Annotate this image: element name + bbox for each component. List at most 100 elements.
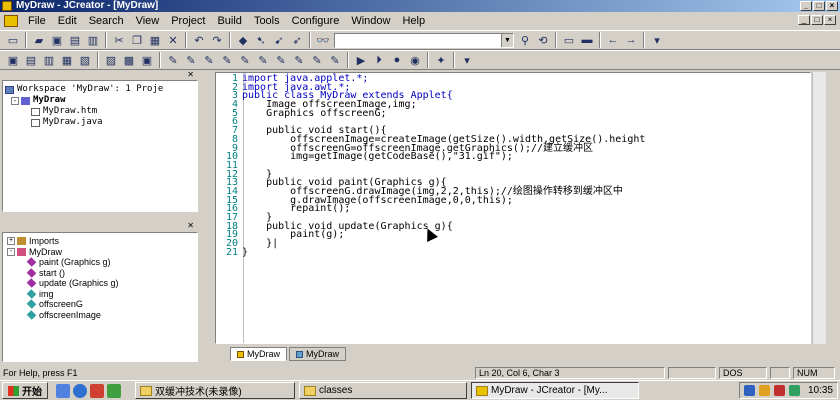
code-editor[interactable]: 1 import java.applet.*; 2 import java.awt.… [215,72,811,344]
collapse-icon[interactable]: - [7,247,15,256]
code-line[interactable]: 20 }| [216,239,810,249]
tab-mydraw-2[interactable]: MyDraw [289,347,346,361]
menu-window[interactable]: Window [345,15,396,27]
compile-file-icon[interactable]: ▶ [352,52,370,68]
network-tray-icon[interactable] [743,385,755,396]
tool-9-icon[interactable]: ✎ [308,52,326,68]
clear-bookmarks-icon[interactable]: ➶ [288,32,306,48]
code-line[interactable]: 19 paint(g); [216,230,810,240]
maximize-button[interactable]: □ [813,1,825,11]
collapse-icon[interactable]: - [11,96,19,105]
close-button[interactable]: × [826,1,838,11]
expand-icon[interactable]: + [7,237,15,246]
task-button[interactable]: 双缓冲技术(未录像) [135,382,295,399]
toggle-output-icon[interactable]: ▬ [578,32,596,48]
editor-vertical-scrollbar[interactable] [812,72,826,344]
task-button-active[interactable]: MyDraw - JCreator - [My... [471,382,639,399]
new-file-icon[interactable]: ▭ [4,32,22,48]
stop-icon[interactable]: ✦ [432,52,450,68]
compile-project-icon[interactable]: ⏵ [370,52,388,68]
debug-icon[interactable]: ◉ [406,52,424,68]
menu-build[interactable]: Build [211,15,247,27]
menu-file[interactable]: File [22,15,52,27]
workspace-root[interactable]: Workspace 'MyDraw': 1 Proje [5,84,195,95]
code-line[interactable]: 5 Graphics offscreenG; [216,108,810,119]
undo-icon[interactable]: ↶ [190,32,208,48]
bookmark-icon[interactable]: ◆ [234,32,252,48]
outline-item[interactable]: update (Graphics g) [7,278,193,289]
save-icon[interactable]: ▣ [48,32,66,48]
replace-icon[interactable]: ⟲ [534,32,552,48]
next-bookmark-icon[interactable]: ➷ [252,32,270,48]
outline-item[interactable]: offscreenG [7,299,193,310]
tool-8-icon[interactable]: ✎ [290,52,308,68]
arrange-icon[interactable]: ▣ [138,52,156,68]
menu-tools[interactable]: Tools [248,15,286,27]
find-binoculars-icon[interactable]: 👓 [314,32,332,48]
forward-arrow-icon[interactable]: → [622,32,640,48]
window-layout-3-icon[interactable]: ▥ [40,52,58,68]
taskbar-clock[interactable]: 10:35 [804,385,833,396]
outline-item[interactable]: img [7,289,193,300]
copy-icon[interactable]: ❐ [128,32,146,48]
window-layout-2-icon[interactable]: ▤ [22,52,40,68]
security-tray-icon[interactable] [773,385,785,396]
outline-item[interactable]: offscreenImage [7,310,193,321]
window-layout-4-icon[interactable]: ▦ [58,52,76,68]
back-arrow-icon[interactable]: ← [604,32,622,48]
media-quicklaunch-icon[interactable] [90,383,104,398]
volume-tray-icon[interactable] [758,385,770,396]
menu-help[interactable]: Help [396,15,431,27]
menu-project[interactable]: Project [165,15,211,27]
find-combo-input[interactable]: ▼ [334,32,514,48]
document-menu-icon[interactable] [4,15,18,27]
menu-view[interactable]: View [130,15,166,27]
open-folder-icon[interactable]: ▰ [30,32,48,48]
menu-edit[interactable]: Edit [52,15,83,27]
ie-quicklaunch-icon[interactable] [73,383,87,398]
tool-4-icon[interactable]: ✎ [218,52,236,68]
delete-icon[interactable]: ✕ [164,32,182,48]
execute-icon[interactable]: ● [388,52,406,68]
start-button[interactable]: 开始 [2,382,48,399]
outline-item[interactable]: + Imports [7,236,193,247]
cut-icon[interactable]: ✂ [110,32,128,48]
toggle-workspace-icon[interactable]: ▭ [560,32,578,48]
redo-icon[interactable]: ↷ [208,32,226,48]
menu-configure[interactable]: Configure [286,15,346,27]
ime-tray-icon[interactable] [788,385,800,396]
tool-10-icon[interactable]: ✎ [326,52,344,68]
code-line[interactable]: 11 [216,161,810,171]
workspace-file[interactable]: MyDraw.htm [5,106,195,117]
workspace-project[interactable]: - MyDraw [5,95,195,106]
tool-6-icon[interactable]: ✎ [254,52,272,68]
outline-item[interactable]: paint (Graphics g) [7,257,193,268]
minimize-button[interactable]: _ [800,1,812,11]
app-quicklaunch-icon[interactable] [107,383,121,398]
code-line[interactable]: 16 repaint(); [216,204,810,214]
code-line[interactable]: 10 img=getImage(getCodeBase(),"31.gif"); [216,152,810,162]
chevron-down-icon[interactable]: ▼ [501,33,513,47]
tool-2-icon[interactable]: ✎ [182,52,200,68]
doc-minimize-button[interactable]: _ [798,15,810,25]
save-all-icon[interactable]: ▤ [66,32,84,48]
code-line[interactable]: 21} [216,247,810,258]
toolbar2-options-icon[interactable]: ▾ [458,52,476,68]
tool-5-icon[interactable]: ✎ [236,52,254,68]
menu-search[interactable]: Search [83,15,130,27]
prev-bookmark-icon[interactable]: ➹ [270,32,288,48]
print-icon[interactable]: ▥ [84,32,102,48]
task-button[interactable]: classes [299,382,467,399]
window-layout-1-icon[interactable]: ▣ [4,52,22,68]
find-in-files-icon[interactable]: ⚲ [516,32,534,48]
doc-restore-button[interactable]: □ [811,15,823,25]
tile-icon[interactable]: ▩ [120,52,138,68]
tool-1-icon[interactable]: ✎ [164,52,182,68]
outline-item[interactable]: start () [7,268,193,279]
toolbar-options-icon[interactable]: ▾ [648,32,666,48]
outline-item[interactable]: - MyDraw [7,247,193,258]
tool-7-icon[interactable]: ✎ [272,52,290,68]
tab-mydraw-1[interactable]: MyDraw [230,347,287,361]
paste-icon[interactable]: ▦ [146,32,164,48]
tool-3-icon[interactable]: ✎ [200,52,218,68]
